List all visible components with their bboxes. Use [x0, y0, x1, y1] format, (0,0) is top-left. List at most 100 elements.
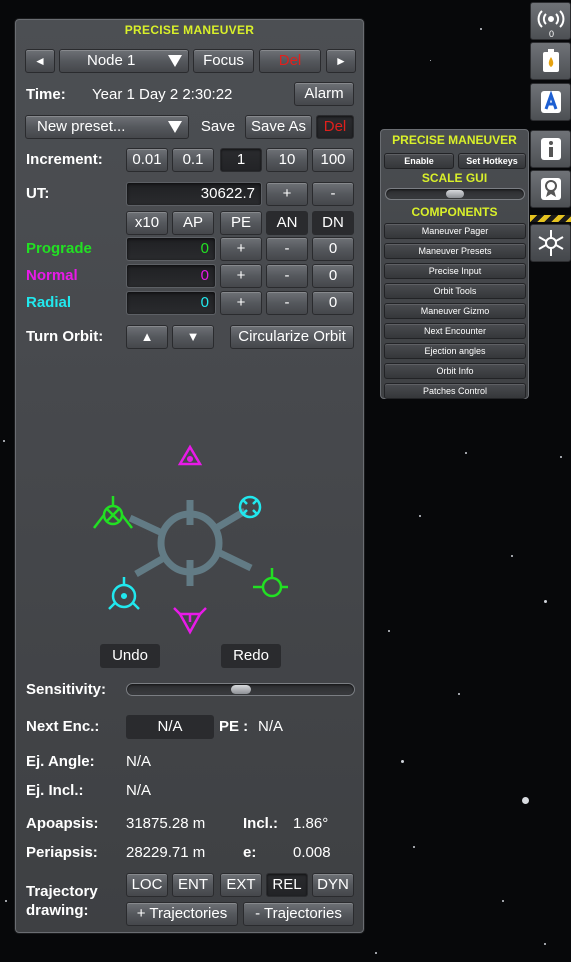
retrograde-marker-icon[interactable]	[253, 568, 288, 598]
component-orbit-info-button[interactable]: Orbit Info	[384, 363, 526, 379]
component-orbit-tools-button[interactable]: Orbit Tools	[384, 283, 526, 299]
add-trajectories-button[interactable]: + Trajectories	[126, 902, 238, 926]
turn-orbit-label: Turn Orbit:	[26, 328, 104, 345]
components-title: COMPONENTS	[411, 205, 498, 219]
periapsis-value: 28229.71 m	[126, 844, 206, 861]
turn-orbit-down-button[interactable]: ▼	[172, 325, 214, 349]
increment-10-button[interactable]: 10	[266, 148, 308, 172]
increment-label: Increment:	[26, 151, 103, 168]
trajectory-label-line1: Trajectory	[26, 883, 98, 900]
delete-node-button[interactable]: Del	[259, 49, 321, 73]
normal-zero-button[interactable]: 0	[312, 264, 354, 288]
sensitivity-slider[interactable]	[126, 683, 355, 696]
toolbar-kerbal-button[interactable]	[530, 83, 571, 121]
radial-minus-button[interactable]: -	[266, 291, 308, 315]
increment-0-01-button[interactable]: 0.01	[126, 148, 168, 172]
toolbar-fuel-button[interactable]	[530, 42, 571, 80]
turn-orbit-up-button[interactable]: ▲	[126, 325, 168, 349]
preset-select[interactable]: New preset...	[25, 115, 189, 139]
toolbar-antenna-button[interactable]: 0	[530, 2, 571, 40]
time-label: Time:	[26, 86, 66, 103]
next-encounter-value: N/A	[126, 715, 214, 739]
toolbar-separator	[530, 215, 571, 222]
previous-node-button[interactable]: ◄	[25, 49, 55, 73]
kerbal-logo-icon	[540, 90, 561, 113]
radial-input[interactable]: 0	[126, 291, 216, 315]
fuel-can-icon	[542, 49, 559, 72]
apoapsis-label: Apoapsis:	[26, 815, 99, 832]
ut-minus-button[interactable]: -	[312, 182, 354, 206]
increment-100-button[interactable]: 100	[312, 148, 354, 172]
dn-button[interactable]: DN	[312, 211, 354, 235]
trajectory-ent-button[interactable]: ENT	[172, 873, 214, 897]
normal-minus-button[interactable]: -	[266, 264, 308, 288]
components-window-title: PRECISE MANEUVER	[392, 133, 517, 147]
circularize-orbit-button[interactable]: Circularize Orbit	[230, 325, 354, 349]
scale-gui-slider[interactable]	[385, 188, 525, 200]
trajectory-loc-button[interactable]: LOC	[126, 873, 168, 897]
alarm-button[interactable]: Alarm	[294, 82, 354, 106]
component-ejection-angles-button[interactable]: Ejection angles	[384, 343, 526, 359]
prograde-zero-button[interactable]: 0	[312, 237, 354, 261]
prograde-plus-button[interactable]: +	[220, 237, 262, 261]
sensitivity-slider-thumb[interactable]	[231, 685, 251, 694]
increment-1-button[interactable]: 1	[220, 148, 262, 172]
ut-plus-button[interactable]: +	[266, 182, 308, 206]
antinormal-marker-icon[interactable]	[173, 607, 207, 635]
radial-out-marker-icon[interactable]	[108, 577, 140, 610]
save-as-preset-button[interactable]: Save As	[245, 115, 312, 139]
node-select[interactable]: Node 1	[59, 49, 189, 73]
scale-gui-slider-thumb[interactable]	[446, 190, 464, 198]
toolbar-info-button[interactable]	[530, 130, 571, 168]
focus-button[interactable]: Focus	[193, 49, 254, 73]
normal-input[interactable]: 0	[126, 264, 216, 288]
increment-0-1-button[interactable]: 0.1	[172, 148, 214, 172]
ap-button[interactable]: AP	[172, 211, 214, 235]
periapsis-label: Periapsis:	[26, 844, 98, 861]
normal-plus-button[interactable]: +	[220, 264, 262, 288]
prograde-minus-button[interactable]: -	[266, 237, 308, 261]
enable-button[interactable]: Enable	[384, 153, 454, 169]
toolbar-precise-maneuver-button[interactable]	[530, 224, 571, 262]
toolbar-contracts-button[interactable]	[530, 170, 571, 208]
delete-preset-button[interactable]: Del	[316, 115, 354, 139]
antenna-count: 0	[549, 29, 555, 39]
normal-marker-icon[interactable]	[177, 444, 203, 466]
prograde-marker-icon[interactable]	[93, 496, 133, 529]
next-node-button[interactable]: ►	[326, 49, 356, 73]
maneuver-gizmo[interactable]	[88, 420, 288, 635]
component-precise-input-button[interactable]: Precise Input	[384, 263, 526, 279]
remove-trajectories-button[interactable]: - Trajectories	[243, 902, 354, 926]
component-maneuver-pager-button[interactable]: Maneuver Pager	[384, 223, 526, 239]
pe-button[interactable]: PE	[220, 211, 262, 235]
undo-button[interactable]: Undo	[100, 644, 160, 668]
eccentricity-value: 0.008	[293, 844, 331, 861]
component-maneuver-presets-button[interactable]: Maneuver Presets	[384, 243, 526, 259]
component-patches-control-button[interactable]: Patches Control	[384, 383, 526, 399]
radial-plus-button[interactable]: +	[220, 291, 262, 315]
trajectory-ext-button[interactable]: EXT	[220, 873, 262, 897]
x10-button[interactable]: x10	[126, 211, 168, 235]
save-preset-button[interactable]: Save	[196, 118, 240, 135]
preset-select-value: New preset...	[37, 118, 126, 135]
set-hotkeys-button[interactable]: Set Hotkeys	[458, 153, 526, 169]
info-icon	[540, 138, 561, 160]
redo-button[interactable]: Redo	[221, 644, 281, 668]
ejection-incl-value: N/A	[126, 782, 152, 799]
normal-label: Normal	[26, 267, 78, 284]
ejection-angle-value: N/A	[126, 753, 152, 770]
ut-input[interactable]: 30622.7	[126, 182, 262, 206]
component-maneuver-gizmo-button[interactable]: Maneuver Gizmo	[384, 303, 526, 319]
an-button[interactable]: AN	[266, 211, 308, 235]
radial-zero-button[interactable]: 0	[312, 291, 354, 315]
prograde-input[interactable]: 0	[126, 237, 216, 261]
precise-maneuver-window: PRECISE MANEUVER ◄ Node 1 Focus Del ► Ti…	[15, 19, 364, 933]
ejection-angle-label: Ej. Angle:	[26, 753, 95, 770]
prograde-label: Prograde	[26, 240, 92, 257]
time-value: Year 1 Day 2 2:30:22	[92, 86, 233, 103]
component-next-encounter-button[interactable]: Next Encounter	[384, 323, 526, 339]
radial-in-marker-icon[interactable]	[238, 495, 262, 519]
trajectory-rel-button[interactable]: REL	[266, 873, 308, 897]
encounter-pe-label: PE :	[219, 718, 249, 735]
trajectory-dyn-button[interactable]: DYN	[312, 873, 354, 897]
